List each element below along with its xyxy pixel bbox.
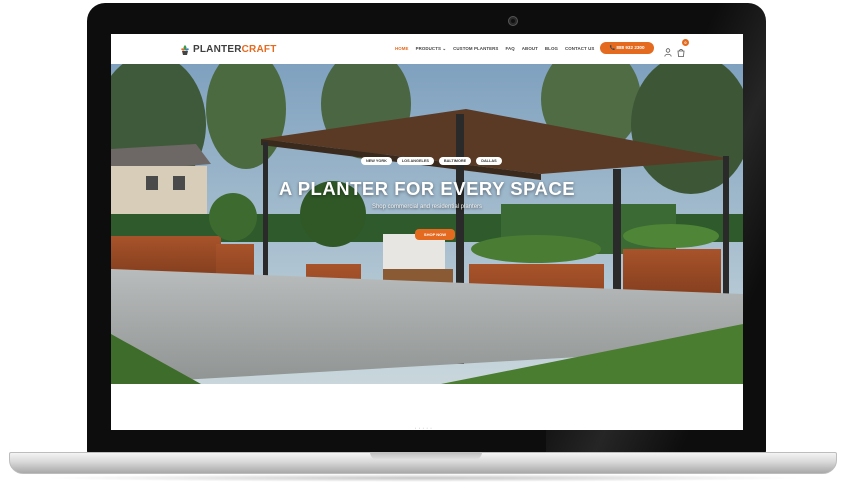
site-header: PLANTERCRAFT HOME PRODUCTS ⌄ CUSTOM PLAN…	[111, 34, 743, 64]
nav-contact-us[interactable]: CONTACT US	[565, 46, 594, 52]
nav-custom-planters[interactable]: CUSTOM PLANTERS	[453, 46, 498, 52]
city-tag-dallas[interactable]: DALLAS	[476, 157, 502, 165]
user-icon[interactable]	[664, 44, 672, 57]
laptop-hinge-notch	[370, 452, 482, 460]
content-area	[111, 384, 743, 430]
nav-about[interactable]: ABOUT	[522, 46, 538, 52]
nav-faq[interactable]: FAQ	[505, 46, 514, 52]
hero-banner: NEW YORK LOS ANGELES BALTIMORE DALLAS A …	[111, 64, 743, 384]
logo-text: PLANTERCRAFT	[193, 44, 277, 55]
site-logo[interactable]: PLANTERCRAFT	[179, 42, 277, 56]
slider-pagination[interactable]: • • • • •	[415, 426, 433, 430]
main-nav: HOME PRODUCTS ⌄ CUSTOM PLANTERS FAQ ABOU…	[395, 46, 601, 52]
laptop-shadow	[40, 474, 806, 482]
city-tags: NEW YORK LOS ANGELES BALTIMORE DALLAS	[361, 157, 507, 165]
nav-home[interactable]: HOME	[395, 46, 409, 52]
browser-screen: PLANTERCRAFT HOME PRODUCTS ⌄ CUSTOM PLAN…	[111, 34, 743, 430]
logo-text-planter: PLANTER	[193, 43, 242, 55]
nav-products[interactable]: PRODUCTS ⌄	[416, 46, 447, 52]
logo-text-craft: CRAFT	[241, 43, 277, 55]
hero-subtitle: Shop commercial and residential planters	[371, 204, 483, 210]
hero-title: A PLANTER FOR EVERY SPACE	[278, 178, 576, 199]
city-tag-new-york[interactable]: NEW YORK	[361, 157, 392, 165]
nav-blog[interactable]: BLOG	[545, 46, 558, 52]
cart-count-badge: 0	[682, 39, 689, 46]
planter-logo-icon	[179, 43, 191, 55]
hero-background-image	[111, 64, 743, 384]
webcam-icon	[508, 16, 518, 26]
shop-now-button[interactable]: SHOP NOW	[415, 229, 455, 240]
phone-button[interactable]: 📞 888 932 2300	[600, 42, 654, 54]
city-tag-baltimore[interactable]: BALTIMORE	[438, 157, 472, 165]
city-tag-los-angeles[interactable]: LOS ANGELES	[396, 157, 434, 165]
